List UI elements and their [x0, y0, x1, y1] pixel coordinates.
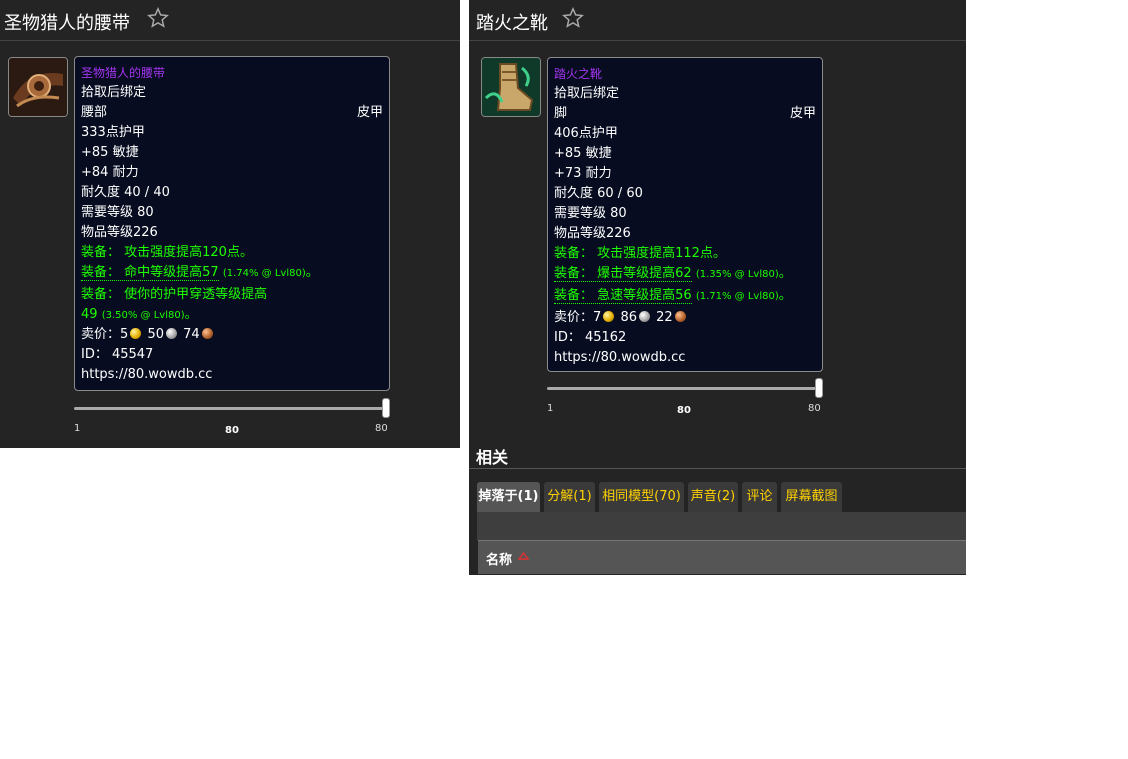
left-item-panel: 圣物猎人的腰带 圣物猎人的腰带 拾取后绑定 腰部 皮甲 333点护甲 +85 敏…	[0, 0, 460, 448]
site-url: https://80.wowdb.cc	[81, 367, 213, 382]
item-name: 踏火之靴	[554, 67, 603, 81]
page-title: 踏火之靴	[476, 13, 548, 33]
tab-same-model[interactable]: 相同模型(70)	[599, 482, 684, 512]
star-icon[interactable]	[147, 7, 169, 29]
belt-icon	[8, 57, 68, 117]
item-level-text: 物品等级226	[81, 225, 158, 240]
gold-amount: 7	[593, 310, 602, 325]
slot-row: 腰部 皮甲	[81, 103, 383, 123]
slider-min-label: 1	[547, 403, 554, 414]
slider-value-label: 80	[677, 405, 691, 416]
equip-effect-2-note: (1.74% @ Lvl80)	[222, 268, 306, 279]
equip-effect-3-value: 49	[81, 307, 98, 322]
section-divider	[469, 468, 966, 469]
equip-effect-2: 装备： 爆击等级提高62 (1.35% @ Lvl80)。	[554, 264, 816, 286]
bind-text: 拾取后绑定	[554, 86, 620, 101]
sort-ascending-icon[interactable]	[518, 552, 529, 560]
right-title-bar: 踏火之靴	[469, 0, 966, 41]
related-section-title: 相关	[476, 448, 509, 467]
silver-coin-icon	[638, 311, 650, 322]
equip-effect-2: 装备： 命中等级提高57 (1.74% @ Lvl80)。	[81, 263, 383, 285]
equip-effect-2-end: 。	[305, 265, 319, 280]
item-name: 圣物猎人的腰带	[81, 66, 166, 80]
armor-type-text: 皮甲	[356, 105, 383, 120]
item-id: ID： 45162	[554, 330, 627, 345]
item-level-text: 物品等级226	[554, 226, 631, 241]
slider-value-label: 80	[225, 425, 239, 436]
copper-amount: 74	[183, 327, 200, 342]
equip-effect-3-main[interactable]: 装备： 急速等级提高56	[554, 288, 692, 304]
equip-effect-2-end: 。	[778, 266, 792, 281]
right-item-panel: 踏火之靴 踏火之靴 拾取后绑定 脚 皮甲 406点护甲 +85 敏捷 +73 耐…	[469, 0, 966, 575]
stat-stamina: +84 耐力	[81, 165, 139, 180]
stat-agility: +85 敏捷	[554, 146, 612, 161]
page-title: 圣物猎人的腰带	[4, 13, 130, 33]
equip-effect-2-main[interactable]: 装备： 命中等级提高57	[81, 265, 219, 281]
copper-coin-icon	[201, 328, 213, 339]
equip-effect-3: 装备： 急速等级提高56 (1.71% @ Lvl80)。	[554, 286, 816, 308]
column-header-name[interactable]: 名称	[486, 549, 512, 568]
stat-agility: +85 敏捷	[81, 145, 139, 160]
site-url: https://80.wowdb.cc	[554, 350, 686, 365]
required-level-text: 需要等级 80	[554, 206, 627, 221]
equip-effect-3-note: (1.71% @ Lvl80)	[695, 291, 779, 302]
armor-type-text: 皮甲	[789, 106, 816, 121]
equip-effect-3-note: (3.50% @ Lvl80)	[101, 310, 185, 321]
level-slider-thumb[interactable]	[382, 398, 390, 418]
tab-screenshots[interactable]: 屏幕截图	[781, 482, 842, 512]
slider-max-label: 80	[375, 423, 388, 434]
equip-effect-1: 装备： 攻击强度提高120点。	[81, 245, 253, 260]
tab-content-strip	[477, 512, 966, 540]
slot-text: 脚	[554, 106, 568, 121]
slider-max-label: 80	[808, 403, 821, 414]
tab-dropped-by[interactable]: 掉落于(1)	[477, 482, 540, 512]
equip-effect-2-main[interactable]: 装备： 爆击等级提高62	[554, 266, 692, 282]
armor-text: 333点护甲	[81, 125, 145, 140]
level-slider-track[interactable]	[74, 407, 386, 410]
gold-amount: 5	[120, 327, 129, 342]
gold-coin-icon	[603, 311, 615, 322]
armor-text: 406点护甲	[554, 126, 618, 141]
tab-disenchant[interactable]: 分解(1)	[544, 482, 595, 512]
copper-amount: 22	[656, 310, 673, 325]
sell-price-label: 卖价：	[81, 327, 121, 342]
slider-min-label: 1	[74, 423, 81, 434]
table-header: 名称	[478, 540, 966, 574]
slot-text: 腰部	[81, 105, 108, 120]
item-id: ID： 45547	[81, 347, 154, 362]
bind-text: 拾取后绑定	[81, 85, 147, 100]
level-slider-track[interactable]	[547, 387, 819, 390]
silver-amount: 50	[147, 327, 164, 342]
sell-price: 卖价：7 86 22	[554, 308, 816, 328]
durability-text: 耐久度 60 / 60	[554, 186, 643, 201]
item-tooltip: 踏火之靴 拾取后绑定 脚 皮甲 406点护甲 +85 敏捷 +73 耐力 耐久度…	[547, 57, 823, 372]
left-title-bar: 圣物猎人的腰带	[0, 0, 460, 41]
silver-coin-icon	[165, 328, 177, 339]
equip-effect-3-end: 。	[778, 288, 792, 303]
boots-icon	[481, 57, 541, 117]
level-slider-thumb[interactable]	[815, 378, 823, 398]
copper-coin-icon	[674, 311, 686, 322]
equip-effect-2-note: (1.35% @ Lvl80)	[695, 269, 779, 280]
stat-stamina: +73 耐力	[554, 166, 612, 181]
sell-price: 卖价：5 50 74	[81, 325, 383, 345]
equip-effect-3-cont: 49 (3.50% @ Lvl80)。	[81, 305, 383, 325]
slot-row: 脚 皮甲	[554, 104, 816, 124]
gold-coin-icon	[130, 328, 142, 339]
required-level-text: 需要等级 80	[81, 205, 154, 220]
durability-text: 耐久度 40 / 40	[81, 185, 170, 200]
star-icon[interactable]	[562, 7, 584, 29]
tab-sounds[interactable]: 声音(2)	[688, 482, 738, 512]
equip-effect-3: 装备： 使你的护甲穿透等级提高	[81, 287, 268, 302]
equip-effect-1: 装备： 攻击强度提高112点。	[554, 246, 726, 261]
tab-comments[interactable]: 评论	[742, 482, 777, 512]
equip-effect-3-end: 。	[184, 307, 198, 322]
item-tooltip: 圣物猎人的腰带 拾取后绑定 腰部 皮甲 333点护甲 +85 敏捷 +84 耐力…	[74, 56, 390, 391]
silver-amount: 86	[620, 310, 637, 325]
sell-price-label: 卖价：	[554, 310, 594, 325]
